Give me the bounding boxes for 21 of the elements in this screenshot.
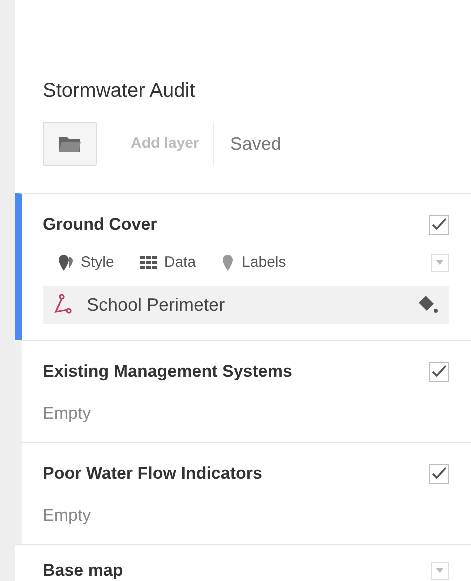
layer-tool-button[interactable]: Style <box>57 252 114 274</box>
layer-name[interactable]: Existing Management Systems <box>43 359 292 384</box>
table-icon <box>140 256 158 270</box>
feature-name: School Perimeter <box>87 294 226 316</box>
checkbox[interactable] <box>429 464 449 484</box>
checkbox[interactable] <box>429 362 449 382</box>
checkbox[interactable] <box>429 214 449 235</box>
layer-name[interactable]: Poor Water Flow Indicators <box>43 461 262 486</box>
paint-pin-icon <box>57 254 75 272</box>
folder-icon <box>59 136 81 152</box>
layer-name[interactable]: Ground Cover <box>43 212 158 238</box>
layer-tool-button[interactable]: Data <box>140 252 196 274</box>
save-status: Saved <box>230 132 282 156</box>
open-folder-button[interactable] <box>43 122 97 166</box>
layer-tool-button[interactable]: Labels <box>222 252 286 274</box>
feature-row[interactable]: School Perimeter <box>43 286 449 324</box>
line-icon <box>53 294 73 316</box>
empty-text: Empty <box>43 402 92 424</box>
map-title: Stormwater Audit <box>43 79 196 104</box>
layer-name[interactable]: Base map <box>43 558 124 581</box>
empty-text: Empty <box>43 504 92 526</box>
